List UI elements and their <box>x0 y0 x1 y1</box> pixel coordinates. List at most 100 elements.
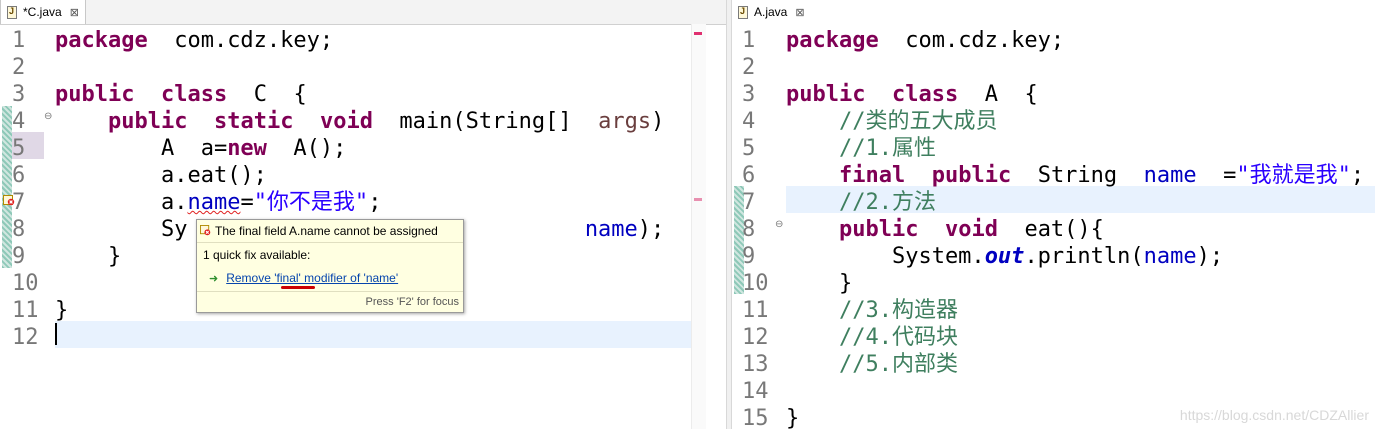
code-line[interactable]: a.eat(); <box>55 162 726 189</box>
code-token: C { <box>227 82 307 107</box>
code-token: A(); <box>266 136 347 161</box>
line-number[interactable]: 9 <box>742 243 774 270</box>
error-overview-mark-line[interactable] <box>694 198 702 201</box>
code-token: main(String[] <box>372 109 599 134</box>
left-editor-pane: *C.java ⊠ ⊖ 123456789101112package com.c… <box>0 0 726 429</box>
code-token: class <box>160 82 228 107</box>
code-line[interactable] <box>55 324 726 351</box>
error-overview-mark[interactable] <box>694 32 702 35</box>
code-line[interactable]: A a=new A(); <box>55 135 726 162</box>
line-number[interactable]: 4 <box>742 108 774 135</box>
line-number[interactable]: 11 <box>12 297 44 324</box>
line-number[interactable]: 2 <box>12 54 44 81</box>
close-icon[interactable]: ⊠ <box>795 6 804 19</box>
code-token: = <box>240 190 254 215</box>
code-line[interactable]: //4.代码块 <box>786 324 1375 351</box>
code-token: //3.构造器 <box>838 298 958 323</box>
line-number[interactable]: 13 <box>742 351 774 378</box>
tab-c-java[interactable]: *C.java ⊠ <box>0 0 86 24</box>
code-line[interactable]: final public String name ="我就是我"; <box>786 162 1375 189</box>
code-token: public <box>107 109 188 134</box>
line-number[interactable]: 10 <box>12 270 44 297</box>
line-number[interactable]: 15 <box>742 405 774 429</box>
code-line[interactable]: //1.属性 <box>786 135 1375 162</box>
code-token: eat(){ <box>997 217 1104 242</box>
code-line[interactable] <box>55 54 726 81</box>
code-line[interactable]: package com.cdz.key; <box>55 27 726 54</box>
line-number[interactable]: 3 <box>12 81 44 108</box>
line-number[interactable]: 2 <box>742 54 774 81</box>
quick-fix-link-label[interactable]: Remove 'final' modifier of 'name' <box>226 271 398 285</box>
tab-a-java[interactable]: A.java ⊠ <box>732 0 816 24</box>
code-token: "你不是我" <box>253 190 369 215</box>
code-line[interactable]: } <box>786 270 1375 297</box>
code-token: Sy <box>55 217 188 242</box>
fold-collapse-icon[interactable]: ⊖ <box>44 111 52 122</box>
line-number[interactable]: 5 <box>12 135 44 162</box>
line-number[interactable]: 14 <box>742 378 774 405</box>
line-number[interactable]: 6 <box>12 162 44 189</box>
code-token: void <box>319 109 373 134</box>
right-editor-pane: A.java ⊠ ⊖ 123456789101112131415package … <box>732 0 1375 429</box>
line-number[interactable]: 4 <box>12 108 44 135</box>
code-line[interactable] <box>786 378 1375 405</box>
code-line[interactable]: public void eat(){ <box>786 216 1375 243</box>
code-token: ; <box>1350 163 1365 188</box>
fold-collapse-icon[interactable]: ⊖ <box>775 219 783 230</box>
code-token: //5.内部类 <box>838 352 958 377</box>
code-line[interactable]: //2.方法 <box>786 189 1375 216</box>
right-code-editor[interactable]: ⊖ 1 2 3 4 5 6 7 8 9 10 11 12 13 14 15 package com.cdz.k… <box>732 24 1375 429</box>
annotation-underline <box>281 286 315 289</box>
line-number[interactable]: 10 <box>742 270 774 297</box>
code-token: void <box>944 217 998 242</box>
code-token: package <box>55 28 148 53</box>
vertical-scrollbar[interactable] <box>691 24 706 429</box>
code-line[interactable] <box>786 54 1375 81</box>
line-number[interactable]: 7 <box>12 189 44 216</box>
quick-fix-link[interactable]: ➜ Remove 'final' modifier of 'name' <box>209 271 398 285</box>
code-line[interactable]: System.out.println(name); <box>786 243 1375 270</box>
code-token: = <box>1196 163 1237 188</box>
line-number[interactable]: 1 <box>742 27 774 54</box>
code-line[interactable]: a.name="你不是我"; <box>55 189 726 216</box>
code-token: String <box>1011 163 1144 188</box>
code-line[interactable]: //5.内部类 <box>786 351 1375 378</box>
line-number[interactable]: 5 <box>742 135 774 162</box>
text-caret <box>55 323 57 345</box>
code-line[interactable]: public static void main(String[] args) { <box>55 108 726 135</box>
quick-fix-subtitle: 1 quick fix available: <box>203 248 311 262</box>
code-line[interactable]: //类的五大成员 <box>786 108 1375 135</box>
change-arrow-icon: ➜ <box>209 273 219 285</box>
line-number[interactable]: 3 <box>742 81 774 108</box>
code-token: A { <box>958 82 1038 107</box>
line-number[interactable]: 1 <box>12 27 44 54</box>
code-token: com.cdz.key; <box>147 28 334 53</box>
code-line[interactable]: public class C { <box>55 81 726 108</box>
right-tab-bar: A.java ⊠ <box>732 0 1375 24</box>
code-line[interactable]: package com.cdz.key; <box>786 27 1375 54</box>
code-token: .println( <box>1024 244 1144 269</box>
quick-fix-popup: The final field A.name cannot be assigne… <box>196 219 464 313</box>
line-number[interactable]: 8 <box>742 216 774 243</box>
code-line[interactable]: public class A { <box>786 81 1375 108</box>
line-number[interactable]: 8 <box>12 216 44 243</box>
line-number[interactable]: 9 <box>12 243 44 270</box>
quick-fix-footer: Press 'F2' for focus <box>197 291 463 312</box>
close-icon[interactable]: ⊠ <box>70 6 79 19</box>
code-token: ); <box>637 217 665 242</box>
code-line[interactable]: //3.构造器 <box>786 297 1375 324</box>
line-number[interactable]: 12 <box>12 324 44 351</box>
line-number[interactable]: 6 <box>742 162 774 189</box>
line-number[interactable]: 12 <box>742 324 774 351</box>
line-number[interactable]: 11 <box>742 297 774 324</box>
line-number[interactable]: 7 <box>742 189 774 216</box>
code-token: } <box>55 298 69 323</box>
left-tab-bar: *C.java ⊠ <box>0 0 726 25</box>
